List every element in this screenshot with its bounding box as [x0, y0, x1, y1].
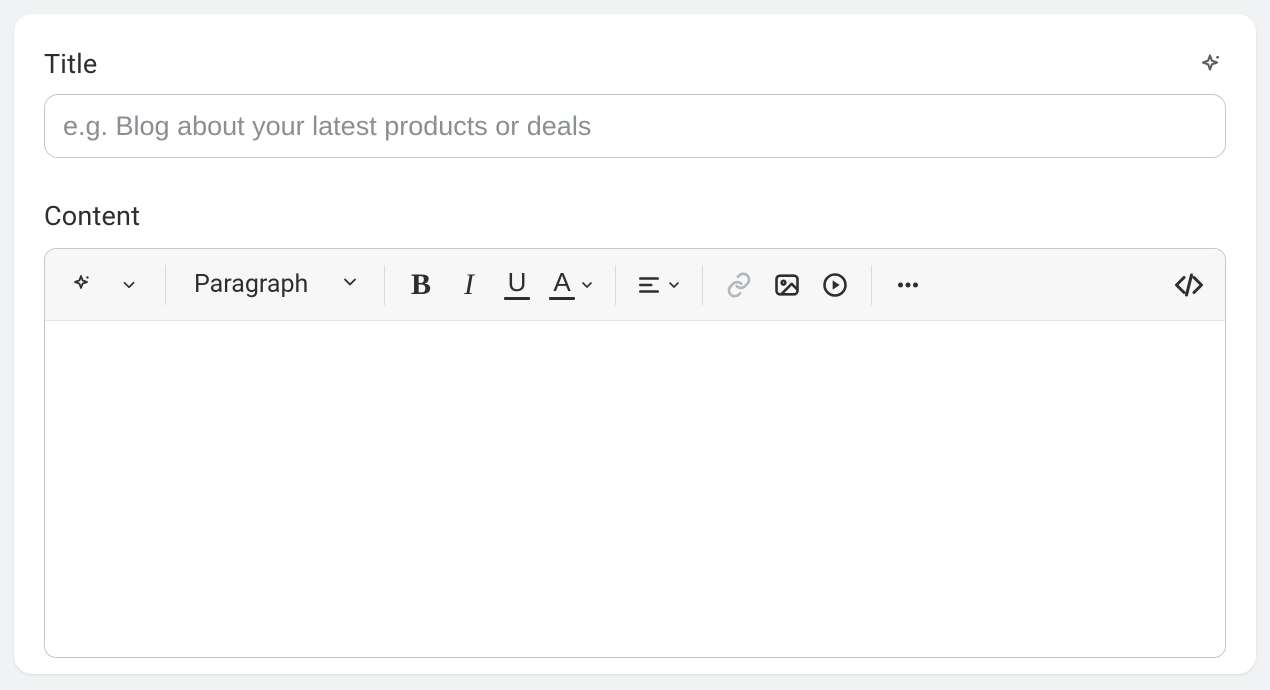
align-button[interactable]	[630, 263, 688, 307]
rich-text-editor: Paragraph B I U	[44, 248, 1226, 658]
video-button[interactable]	[813, 263, 857, 307]
code-icon	[1174, 270, 1204, 300]
image-button[interactable]	[765, 263, 809, 307]
title-field: Title	[44, 48, 1226, 158]
italic-button[interactable]: I	[447, 263, 491, 307]
block-format-label: Paragraph	[194, 270, 308, 299]
sparkle-icon	[1196, 52, 1224, 80]
editor-card: Title Content	[14, 14, 1256, 674]
toolbar-separator	[165, 265, 166, 305]
content-field: Content	[44, 200, 1226, 658]
toolbar-group-align	[630, 263, 688, 307]
block-format-select[interactable]: Paragraph	[180, 263, 370, 307]
text-color-icon: A	[549, 269, 575, 300]
more-horizontal-icon	[893, 270, 923, 300]
toolbar-separator	[702, 265, 703, 305]
underline-icon: U	[504, 269, 530, 300]
toolbar-group-ai	[59, 263, 151, 307]
link-button[interactable]	[717, 263, 761, 307]
image-icon	[773, 271, 801, 299]
bold-button[interactable]: B	[399, 263, 443, 307]
toolbar-separator	[384, 265, 385, 305]
video-icon	[821, 271, 849, 299]
align-left-icon	[636, 272, 662, 298]
toolbar-group-format: B I U A	[399, 263, 601, 307]
ai-suggest-dropdown[interactable]	[107, 263, 151, 307]
more-button[interactable]	[886, 263, 930, 307]
sparkle-icon	[69, 273, 93, 297]
chevron-down-icon	[579, 277, 595, 293]
content-editable-area[interactable]	[45, 321, 1225, 657]
italic-icon: I	[464, 270, 474, 300]
link-icon	[725, 271, 753, 299]
chevron-down-icon	[340, 270, 360, 299]
text-color-button[interactable]: A	[543, 263, 601, 307]
title-label: Title	[44, 48, 97, 80]
underline-button[interactable]: U	[495, 263, 539, 307]
title-ai-suggest-button[interactable]	[1188, 44, 1232, 88]
toolbar-separator	[615, 265, 616, 305]
toolbar-group-insert	[717, 263, 857, 307]
chevron-down-icon	[666, 277, 682, 293]
editor-toolbar: Paragraph B I U	[45, 249, 1225, 321]
ai-suggest-button[interactable]	[59, 263, 103, 307]
title-input[interactable]	[44, 94, 1226, 158]
bold-icon: B	[411, 270, 431, 300]
content-label: Content	[44, 200, 1226, 232]
chevron-down-icon	[120, 276, 138, 294]
code-view-button[interactable]	[1167, 263, 1211, 307]
toolbar-separator	[871, 265, 872, 305]
